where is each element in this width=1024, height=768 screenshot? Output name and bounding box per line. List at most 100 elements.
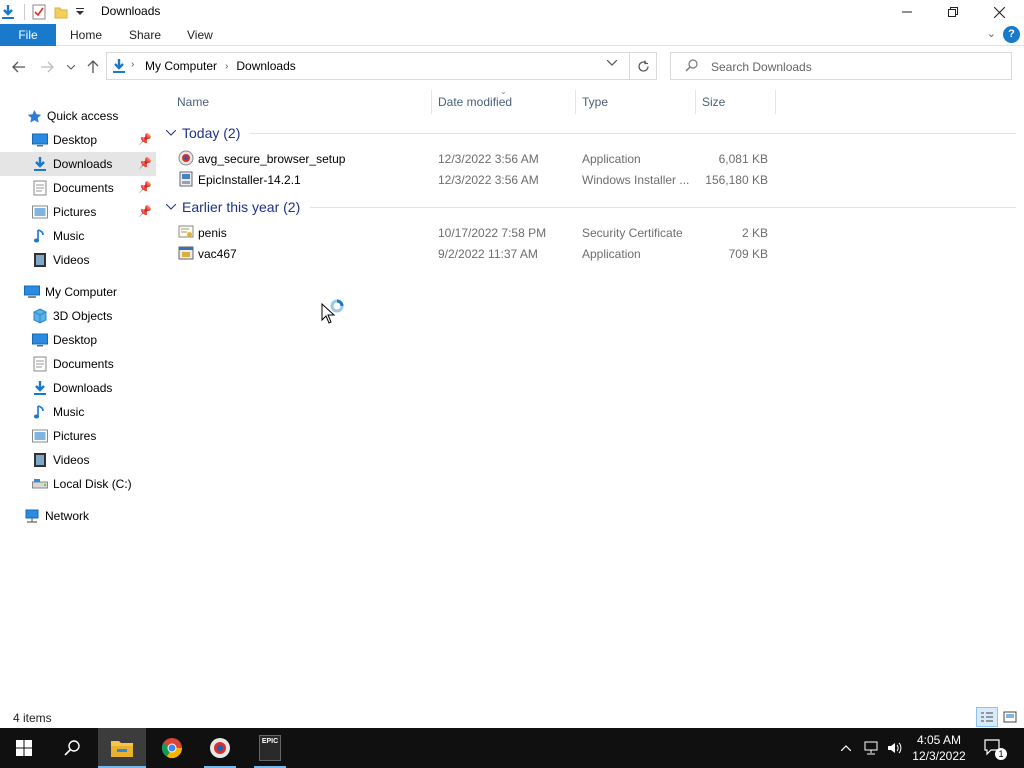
pictures-icon	[32, 428, 48, 444]
taskbar-chrome[interactable]	[148, 728, 196, 768]
nav-desktop[interactable]: Desktop	[0, 328, 156, 352]
customize-toolbar-icon[interactable]	[75, 4, 85, 20]
breadcrumb-downloads[interactable]: Downloads	[236, 59, 295, 73]
network-tray-button[interactable]	[860, 728, 882, 768]
address-history-dropdown[interactable]	[606, 58, 618, 69]
documents-icon	[32, 180, 48, 196]
certificate-icon	[178, 224, 194, 240]
nav-downloads[interactable]: Downloads	[0, 376, 156, 400]
videos-icon	[32, 252, 48, 268]
nav-quick-access[interactable]: Quick access	[0, 104, 156, 128]
search-input[interactable]	[711, 57, 1001, 77]
column-header-name[interactable]: Name	[177, 90, 209, 114]
nav-music[interactable]: Music	[0, 400, 156, 424]
nav-quick-videos[interactable]: Videos	[0, 248, 156, 272]
network-icon	[24, 508, 40, 524]
start-icon	[16, 740, 32, 756]
column-divider[interactable]	[431, 90, 432, 114]
file-row[interactable]: penis 10/17/2022 7:58 PM Security Certif…	[176, 222, 776, 243]
large-icons-view-icon	[1003, 711, 1017, 723]
pictures-icon	[32, 204, 48, 220]
back-button[interactable]	[8, 56, 30, 78]
pin-icon[interactable]: 📌	[138, 181, 152, 194]
taskbar-file-explorer[interactable]	[98, 728, 146, 768]
nav-network[interactable]: Network	[0, 504, 156, 528]
avg-installer-icon	[178, 150, 194, 166]
nav-documents[interactable]: Documents	[0, 352, 156, 376]
new-folder-icon[interactable]	[53, 4, 69, 20]
file-row[interactable]: avg_secure_browser_setup 12/3/2022 3:56 …	[176, 148, 776, 169]
taskbar-clock[interactable]: 4:05 AM 12/3/2022	[908, 732, 970, 764]
volume-tray-button[interactable]	[884, 728, 906, 768]
nav-quick-downloads[interactable]: Downloads 📌	[0, 152, 156, 176]
close-icon	[993, 6, 1005, 18]
group-header-earlier-this-year[interactable]: Earlier this year (2)	[166, 196, 300, 218]
taskbar-epic-games[interactable]: EPIC	[246, 728, 294, 768]
help-icon[interactable]: ?	[1003, 26, 1020, 43]
column-header-size[interactable]: Size	[702, 90, 725, 114]
tab-file[interactable]: File	[0, 24, 56, 46]
pin-icon[interactable]: 📌	[138, 157, 152, 170]
taskbar-avg-browser[interactable]	[196, 728, 244, 768]
nav-label: Local Disk (C:)	[53, 477, 132, 491]
tab-share[interactable]: Share	[129, 24, 161, 46]
taskbar: EPIC 4:05 AM 12/3/2022 1	[0, 728, 1024, 768]
nav-quick-music[interactable]: Music	[0, 224, 156, 248]
item-count: 4 items	[13, 711, 52, 725]
tab-home[interactable]: Home	[70, 24, 102, 46]
address-bar[interactable]: › My Computer › Downloads	[106, 52, 630, 80]
nav-label: Videos	[53, 253, 90, 267]
column-header-type[interactable]: Type	[582, 90, 608, 114]
column-divider[interactable]	[775, 90, 776, 114]
nav-local-disk[interactable]: Local Disk (C:)	[0, 472, 156, 496]
column-divider[interactable]	[695, 90, 696, 114]
nav-pictures[interactable]: Pictures	[0, 424, 156, 448]
group-header-today[interactable]: Today (2)	[166, 122, 240, 144]
pin-icon[interactable]: 📌	[138, 205, 152, 218]
search-box[interactable]	[670, 52, 1012, 80]
restore-button[interactable]	[930, 0, 976, 24]
refresh-button[interactable]	[629, 52, 657, 80]
details-view-button[interactable]	[976, 707, 998, 727]
nav-quick-pictures[interactable]: Pictures 📌	[0, 200, 156, 224]
recent-locations-button[interactable]	[61, 56, 81, 78]
file-row[interactable]: EpicInstaller-14.2.1 12/3/2022 3:56 AM W…	[176, 169, 776, 190]
properties-icon[interactable]	[31, 4, 47, 20]
tab-view[interactable]: View	[187, 24, 213, 46]
file-name: vac467	[198, 247, 237, 261]
minimize-button[interactable]	[884, 0, 930, 24]
clock-time: 4:05 AM	[916, 733, 962, 747]
large-icons-view-button[interactable]	[999, 707, 1021, 727]
close-button[interactable]	[976, 0, 1022, 24]
ribbon: File Home Share View ⌄ ?	[0, 24, 1024, 46]
start-button[interactable]	[0, 728, 48, 768]
breadcrumb-root-chevron-icon[interactable]: ›	[131, 59, 134, 70]
window-title: Downloads	[101, 4, 161, 18]
expand-ribbon-icon[interactable]: ⌄	[987, 27, 996, 40]
column-divider[interactable]	[575, 90, 576, 114]
nav-quick-desktop[interactable]: Desktop 📌	[0, 128, 156, 152]
nav-my-computer[interactable]: My Computer	[0, 280, 156, 304]
local-disk-icon	[32, 476, 48, 492]
file-type: Windows Installer ...	[582, 173, 690, 187]
file-type: Application	[582, 152, 641, 166]
chevron-down-icon	[606, 59, 618, 66]
nav-label: Pictures	[53, 205, 97, 219]
pin-icon[interactable]: 📌	[138, 133, 152, 146]
up-button[interactable]	[82, 56, 104, 78]
forward-button[interactable]	[36, 56, 58, 78]
action-center-button[interactable]: 1	[980, 728, 1008, 768]
file-row[interactable]: vac467 9/2/2022 11:37 AM Application 709…	[176, 243, 776, 264]
group-divider	[310, 207, 1016, 208]
breadcrumb-my-computer[interactable]: My Computer	[145, 59, 217, 73]
navigation-pane: Quick access Desktop 📌 Downloads 📌 Docum…	[0, 104, 156, 706]
nav-quick-documents[interactable]: Documents 📌	[0, 176, 156, 200]
nav-videos[interactable]: Videos	[0, 448, 156, 472]
search-button[interactable]	[48, 728, 96, 768]
nav-label: Music	[53, 405, 85, 419]
forward-arrow-icon	[41, 61, 54, 73]
show-hidden-icons[interactable]	[836, 728, 856, 768]
breadcrumb-chevron-icon[interactable]: ›	[225, 61, 228, 72]
nav-3d-objects[interactable]: 3D Objects	[0, 304, 156, 328]
documents-icon	[32, 356, 48, 372]
